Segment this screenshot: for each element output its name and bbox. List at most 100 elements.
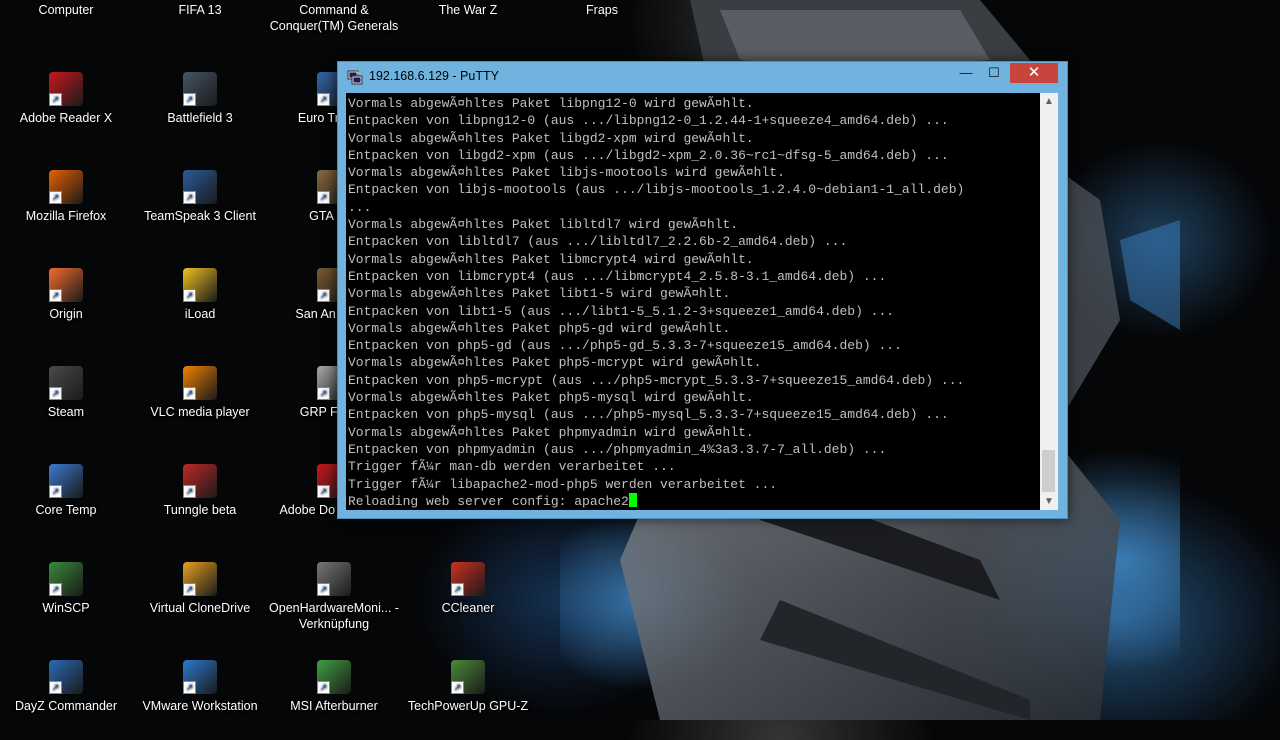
desktop-icon[interactable]: ↗ OpenHardwareMoni... - Verknüpfung — [268, 562, 400, 642]
desktop-icon[interactable]: ↗ Virtual CloneDrive — [134, 562, 266, 642]
desktop-icon[interactable]: ↗ WinSCP — [0, 562, 132, 642]
desktop-icon-label: iLoad — [184, 307, 216, 321]
terminal-line: Entpacken von libt1-5 (aus .../libt1-5_5… — [348, 303, 895, 319]
terminal-line: Vormals abgewÃ¤hltes Paket libgd2-xpm wi… — [348, 130, 754, 146]
terminal-line: Vormals abgewÃ¤hltes Paket libltdl7 wird… — [348, 217, 739, 233]
desktop-icon-label: Virtual CloneDrive — [149, 601, 251, 615]
terminal-line: Vormals abgewÃ¤hltes Paket libjs-mootool… — [348, 165, 785, 181]
desktop-icon-label: TechPowerUp GPU-Z — [407, 699, 529, 713]
shortcut-arrow-icon: ↗ — [451, 681, 464, 694]
shortcut-arrow-icon: ↗ — [451, 583, 464, 596]
putty-icon — [347, 70, 363, 85]
terminal-line: Reloading web server config: apache2 — [348, 492, 1040, 510]
scroll-up-arrow-icon[interactable]: ▲ — [1040, 93, 1058, 110]
terminal-line: Entpacken von php5-mcrypt (aus .../php5-… — [348, 372, 965, 388]
terminal-line: Entpacken von libmcrypt4 (aus .../libmcr… — [348, 268, 887, 284]
shortcut-arrow-icon: ↗ — [183, 289, 196, 302]
shortcut-arrow-icon: ↗ — [317, 289, 330, 302]
terminal-line: Vormals abgewÃ¤hltes Paket libmcrypt4 wi… — [348, 251, 754, 267]
close-button[interactable]: ✕ — [1010, 63, 1058, 83]
desktop-icon[interactable]: ↗ Battlefield 3 — [134, 72, 266, 152]
desktop-icon-label: Battlefield 3 — [167, 111, 233, 125]
shortcut-arrow-icon: ↗ — [317, 485, 330, 498]
terminal-line: Trigger fÃ¼r man-db werden verarbeitet .… — [348, 459, 676, 475]
terminal-line: Vormals abgewÃ¤hltes Paket php5-gd wird … — [348, 320, 731, 336]
maximize-button[interactable]: ☐ — [980, 63, 1008, 83]
desktop-icon[interactable]: ↗ TeamSpeak 3 Client — [134, 170, 266, 250]
shortcut-arrow-icon: ↗ — [317, 191, 330, 204]
terminal-line: Trigger fÃ¼r libapache2-mod-php5 werden … — [348, 476, 778, 492]
terminal-line: Entpacken von php5-gd (aus .../php5-gd_5… — [348, 338, 902, 354]
desktop-icon[interactable]: ↗Computer — [0, 0, 132, 62]
desktop-icon[interactable]: ↗ Mozilla Firefox — [0, 170, 132, 250]
terminal-line: Vormals abgewÃ¤hltes Paket libpng12-0 wi… — [348, 96, 754, 111]
steam-icon: ↗ — [49, 366, 83, 400]
desktop-icon[interactable]: ↗Fraps — [536, 0, 668, 62]
openhardwaremonitor-icon: ↗ — [317, 562, 351, 596]
desktop-icon-label: VMware Workstation — [142, 699, 258, 713]
clonedrive-icon: ↗ — [183, 562, 217, 596]
terminal-line: Entpacken von phpmyadmin (aus .../phpmya… — [348, 441, 887, 457]
desktop-icon[interactable]: ↗ VMware Workstation — [134, 660, 266, 740]
terminal-line: Vormals abgewÃ¤hltes Paket phpmyadmin wi… — [348, 424, 754, 440]
shortcut-arrow-icon: ↗ — [183, 93, 196, 106]
desktop-icon[interactable]: ↗FIFA 13 — [134, 0, 266, 62]
desktop-icon-label: TeamSpeak 3 Client — [144, 209, 256, 223]
shortcut-arrow-icon: ↗ — [317, 387, 330, 400]
terminal-line: Entpacken von php5-mysql (aus .../php5-m… — [348, 407, 949, 423]
firefox-icon: ↗ — [49, 170, 83, 204]
shortcut-arrow-icon: ↗ — [183, 681, 196, 694]
desktop-icon[interactable]: ↗ Adobe Reader X — [0, 72, 132, 152]
putty-titlebar[interactable]: 192.168.6.129 - PuTTY — ☐ ✕ — [338, 62, 1067, 92]
desktop-icon-label: DayZ Commander — [14, 699, 118, 713]
scroll-thumb[interactable] — [1042, 450, 1055, 492]
terminal-line: ... — [348, 199, 372, 215]
terminal-line: Entpacken von libpng12-0 (aus .../libpng… — [348, 113, 949, 129]
desktop-icon[interactable]: ↗ DayZ Commander — [0, 660, 132, 740]
vlc-icon: ↗ — [183, 366, 217, 400]
origin-icon: ↗ — [49, 268, 83, 302]
shortcut-arrow-icon: ↗ — [49, 93, 62, 106]
shortcut-arrow-icon: ↗ — [183, 485, 196, 498]
desktop-icon[interactable]: ↗ Steam — [0, 366, 132, 446]
desktop-icon[interactable]: ↗ iLoad — [134, 268, 266, 348]
shortcut-arrow-icon: ↗ — [49, 681, 62, 694]
desktop-icon-label: Core Temp — [35, 503, 97, 517]
shortcut-arrow-icon: ↗ — [317, 93, 330, 106]
desktop-icon[interactable]: ↗ Origin — [0, 268, 132, 348]
desktop-icon[interactable]: ↗ CCleaner — [402, 562, 534, 642]
core-temp-icon: ↗ — [49, 464, 83, 498]
desktop-icon-label: OpenHardwareMoni... - Verknüpfung — [269, 601, 399, 631]
desktop-icon[interactable]: ↗ Tunngle beta — [134, 464, 266, 544]
adobe-reader-icon: ↗ — [49, 72, 83, 106]
desktop-icon[interactable]: ↗ MSI Afterburner — [268, 660, 400, 740]
desktop-icon-label: Tunngle beta — [163, 503, 237, 517]
desktop-icon[interactable]: ↗ VLC media player — [134, 366, 266, 446]
terminal-output[interactable]: Vormals abgewÃ¤hltes Paket libpng12-0 wi… — [346, 93, 1040, 510]
desktop-icon[interactable]: ↗ TechPowerUp GPU-Z — [402, 660, 534, 740]
shortcut-arrow-icon: ↗ — [317, 583, 330, 596]
desktop-icon-label: Adobe Reader X — [19, 111, 113, 125]
minimize-button[interactable]: — — [952, 63, 980, 83]
desktop-icon-label: FIFA 13 — [178, 3, 222, 17]
desktop-icon[interactable]: ↗ Core Temp — [0, 464, 132, 544]
shortcut-arrow-icon: ↗ — [49, 387, 62, 400]
shortcut-arrow-icon: ↗ — [183, 387, 196, 400]
shortcut-arrow-icon: ↗ — [317, 681, 330, 694]
vertical-scrollbar[interactable]: ▲ ▼ — [1040, 93, 1058, 510]
msi-afterburner-icon: ↗ — [317, 660, 351, 694]
terminal-lines: Vormals abgewÃ¤hltes Paket libpng12-0 wi… — [346, 93, 1040, 510]
terminal-line: Entpacken von libgd2-xpm (aus .../libgd2… — [348, 147, 949, 163]
desktop-icon[interactable]: ↗Command & Conquer(TM) Generals — [268, 0, 400, 62]
desktop-icon-label: Fraps — [586, 3, 618, 17]
ccleaner-icon: ↗ — [451, 562, 485, 596]
desktop-icon[interactable]: ↗The War Z — [402, 0, 534, 62]
vmware-icon: ↗ — [183, 660, 217, 694]
shortcut-arrow-icon: ↗ — [49, 485, 62, 498]
desktop-icon-label: Command & Conquer(TM) Generals — [269, 3, 399, 33]
scroll-down-arrow-icon[interactable]: ▼ — [1040, 493, 1058, 510]
putty-window[interactable]: 192.168.6.129 - PuTTY — ☐ ✕ Vormals abge… — [337, 61, 1068, 519]
desktop-icon-label: WinSCP — [42, 601, 90, 615]
tunngle-icon: ↗ — [183, 464, 217, 498]
window-title: 192.168.6.129 - PuTTY — [369, 69, 499, 83]
